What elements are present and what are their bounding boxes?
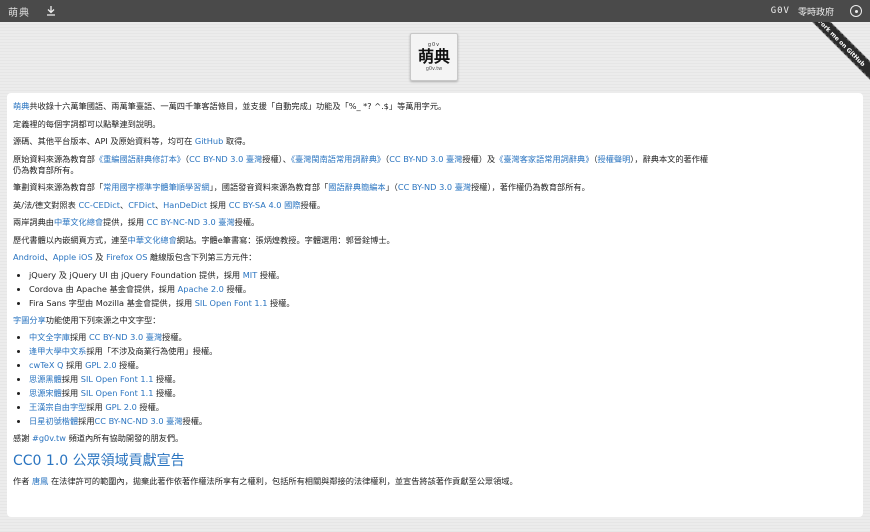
fonts-list: 中文全字庫採用 CC BY-ND 3.0 臺灣授權。 逢甲大學中文系採用「不涉及… bbox=[29, 332, 857, 427]
foreign-dict-paragraph: 英/法/德文對照表 CC-CEDict、CFDict、HanDeDict 採用 … bbox=[13, 199, 326, 210]
license-link[interactable]: CC BY-ND 3.0 臺灣 bbox=[389, 154, 462, 164]
top-bar: 萌典 G0V 零時政府 bbox=[0, 0, 870, 22]
logo-main-text: 萌典 bbox=[417, 47, 450, 66]
list-item: 王漢宗自由字型採用 GPL 2.0 授權。 bbox=[29, 402, 857, 413]
handedict-link[interactable]: HanDeDict bbox=[163, 200, 207, 210]
font-link[interactable]: 思源黑體 bbox=[29, 374, 62, 384]
g0v-logo[interactable]: G0V bbox=[771, 6, 790, 16]
cc-cedict-link[interactable]: CC-CEDict bbox=[78, 200, 120, 210]
cc0-heading: CC0 1.0 公眾領域貢獻宣告 bbox=[13, 453, 185, 469]
cc0-paragraph: 作者 唐鳳 在法律許可的範圍內，拋棄此著作依著作權法所享有之權利，包括所有相關與… bbox=[13, 476, 518, 486]
moedict-link[interactable]: 萌典 bbox=[13, 101, 29, 111]
list-item: cwTeX Q 採用 GPL 2.0 授權。 bbox=[29, 360, 857, 371]
cfdict-link[interactable]: CFDict bbox=[128, 200, 155, 210]
license-link[interactable]: CC BY-NC-ND 3.0 臺灣 bbox=[147, 217, 235, 227]
list-item: jQuery 及 jQuery UI 由 jQuery Foundation 提… bbox=[29, 270, 857, 281]
concise-dict-link[interactable]: 國語辭典簡編本 bbox=[328, 182, 385, 192]
license-link[interactable]: SIL Open Font 1.1 bbox=[195, 298, 268, 308]
fork-ribbon[interactable]: Fork me on GitHub bbox=[806, 22, 870, 86]
font-link[interactable]: 王漢宗自由字型 bbox=[29, 402, 86, 412]
list-item: Fira Sans 字型由 Mozilla 基金會提供，採用 SIL Open … bbox=[29, 298, 857, 309]
list-item: 思源黑體採用 SIL Open Font 1.1 授權。 bbox=[29, 374, 857, 385]
license-link[interactable]: CC BY-SA 4.0 國際 bbox=[229, 200, 301, 210]
license-link[interactable]: CC BY-ND 3.0 臺灣 bbox=[398, 182, 471, 192]
font-link[interactable]: 日星初號楷體 bbox=[29, 416, 78, 426]
top-bar-left: 萌典 bbox=[8, 4, 58, 19]
revised-dict-link[interactable]: 《重編國語辭典修訂本》 bbox=[95, 154, 185, 164]
list-item: 日星初號楷體採用CC BY-NC-ND 3.0 臺灣授權。 bbox=[29, 416, 857, 427]
click-paragraph: 定義裡的每個字詞都可以點擊連到說明。 bbox=[13, 118, 161, 129]
font-link[interactable]: 逢甲大學中文系 bbox=[29, 346, 86, 356]
license-link[interactable]: GPL 2.0 bbox=[85, 360, 116, 370]
license-statement-link[interactable]: 授權聲明 bbox=[598, 154, 631, 164]
license-link[interactable]: CC BY-NC-ND 3.0 臺灣 bbox=[95, 416, 183, 426]
home-logo-button[interactable]: 萌典 bbox=[8, 4, 30, 19]
g0v-name[interactable]: 零時政府 bbox=[798, 5, 834, 18]
calligraphy-paragraph: 歷代書體以內嵌網頁方式，連至中華文化總會網站。字體e筆書寫：張炳煌教授。字體選用… bbox=[13, 234, 395, 245]
font-link[interactable]: 思源宋體 bbox=[29, 388, 62, 398]
list-item: 逢甲大學中文系採用「不涉及商業行為使用」授權。 bbox=[29, 346, 857, 357]
license-link[interactable]: SIL Open Font 1.1 bbox=[81, 374, 154, 384]
list-item: 思源宋體採用 SIL Open Font 1.1 授權。 bbox=[29, 388, 857, 399]
settings-icon[interactable] bbox=[850, 5, 862, 17]
license-link[interactable]: GPL 2.0 bbox=[105, 402, 136, 412]
android-link[interactable]: Android bbox=[13, 252, 45, 262]
list-item: Cordova 由 Apache 基金會提供，採用 Apache 2.0 授權。 bbox=[29, 284, 857, 295]
culture-assoc-link[interactable]: 中華文化總會 bbox=[54, 217, 103, 227]
g0v-channel-link[interactable]: #g0v.tw bbox=[32, 433, 66, 443]
stroke-order-link[interactable]: 常用國字標準字體筆順學習網 bbox=[103, 182, 209, 192]
font-link[interactable]: cwTeX Q bbox=[29, 360, 64, 370]
hakka-dict-link[interactable]: 《臺灣客家語常用詞辭典》 bbox=[495, 154, 593, 164]
github-link[interactable]: GitHub bbox=[195, 136, 223, 146]
cross-strait-paragraph: 兩岸詞典由中華文化總會提供，採用 CC BY-NC-ND 3.0 臺灣授權。 bbox=[13, 217, 260, 227]
license-link[interactable]: SIL Open Font 1.1 bbox=[81, 388, 154, 398]
intro-paragraph: 萌典共收錄十六萬筆國語、兩萬筆臺語、一萬四千筆客語條目，並支援「自動完成」功能及… bbox=[13, 101, 447, 111]
culture-assoc-link[interactable]: 中華文化總會 bbox=[128, 235, 177, 245]
thanks-paragraph: 感謝 #g0v.tw 頻道內所有協助開發的朋友們。 bbox=[13, 433, 184, 443]
logo-bottom-text: g0v.tw bbox=[425, 66, 443, 72]
data-source-paragraph: 原始資料來源為教育部《重編國語辭典修訂本》（CC BY-ND 3.0 臺灣授權）… bbox=[13, 153, 709, 175]
components-list: jQuery 及 jQuery UI 由 jQuery Foundation 提… bbox=[29, 270, 857, 309]
fonts-paragraph: 字圖分享功能使用下列來源之中文字型： bbox=[13, 314, 161, 325]
list-item: 中文全字庫採用 CC BY-ND 3.0 臺灣授權。 bbox=[29, 332, 857, 343]
char-share-link[interactable]: 字圖分享 bbox=[13, 315, 46, 325]
download-icon[interactable] bbox=[44, 4, 58, 18]
minnan-dict-link[interactable]: 《臺灣閩南語常用詞辭典》 bbox=[291, 154, 385, 164]
about-panel: 萌典共收錄十六萬筆國語、兩萬筆臺語、一萬四千筆客語條目，並支援「自動完成」功能及… bbox=[7, 93, 863, 517]
stroke-paragraph: 筆劃資料來源為教育部「常用國字標準字體筆順學習網」，國語發音資料來源為教育部「國… bbox=[13, 182, 590, 192]
ios-link[interactable]: Apple iOS bbox=[53, 252, 93, 262]
moedict-logo: g0v 萌典 g0v.tw bbox=[410, 33, 458, 81]
license-link[interactable]: MIT bbox=[243, 270, 257, 280]
license-link[interactable]: CC BY-ND 3.0 臺灣 bbox=[189, 154, 262, 164]
top-bar-right: G0V 零時政府 bbox=[771, 5, 862, 18]
author-link[interactable]: 唐鳳 bbox=[32, 476, 48, 486]
source-paragraph: 源碼、其他平台版本、API 及原始資料等，均可在 GitHub 取得。 bbox=[13, 136, 251, 146]
fork-ribbon-label[interactable]: Fork me on GitHub bbox=[806, 22, 870, 83]
license-link[interactable]: Apache 2.0 bbox=[178, 284, 224, 294]
license-link[interactable]: CC BY-ND 3.0 臺灣 bbox=[89, 332, 162, 342]
platforms-paragraph: Android、Apple iOS 及 Firefox OS 離線版包含下列第三… bbox=[13, 252, 257, 262]
font-link[interactable]: 中文全字庫 bbox=[29, 332, 70, 342]
firefox-os-link[interactable]: Firefox OS bbox=[106, 252, 147, 262]
